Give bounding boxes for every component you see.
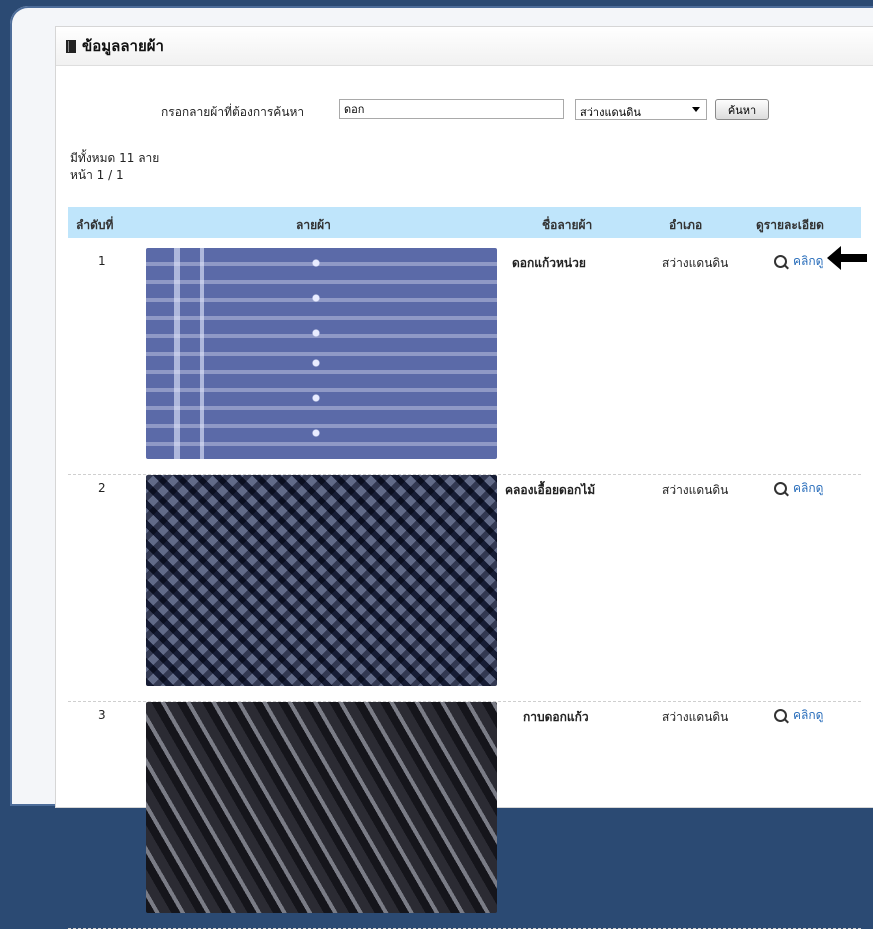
table-row: 1 ดอกแก้วหน่วย สว่างแดนดิน คลิกดู xyxy=(68,248,861,475)
header-district: อำเภอ xyxy=(669,218,703,232)
fabric-pattern-image xyxy=(146,702,497,913)
magnifier-icon xyxy=(774,709,787,722)
view-detail-link[interactable]: คลิกดู xyxy=(793,252,823,271)
fabric-name: ดอกแก้วหน่วย xyxy=(512,256,586,270)
search-form: กรอกลายผ้าที่ต้องการค้นหา สว่างแดนดิน ค้… xyxy=(56,97,873,123)
header-name: ชื่อลายผ้า xyxy=(542,218,593,232)
magnifier-icon xyxy=(774,482,787,495)
book-icon xyxy=(66,39,76,53)
district-name: สว่างแดนดิน xyxy=(662,483,729,497)
view-detail[interactable]: คลิกดู xyxy=(774,706,823,725)
table-row: 3 กาบดอกแก้ว สว่างแดนดิน คลิกดู xyxy=(68,702,861,929)
view-detail-link[interactable]: คลิกดู xyxy=(793,706,823,725)
fabric-data-panel: ข้อมูลลายผ้า กรอกลายผ้าที่ต้องการค้นหา ส… xyxy=(55,26,873,929)
view-detail[interactable]: คลิกดู xyxy=(774,252,823,271)
diamond-motif xyxy=(296,423,336,443)
diamond-motif xyxy=(296,388,336,408)
search-button[interactable]: ค้นหา xyxy=(715,99,769,120)
fabric-pattern-image xyxy=(146,248,497,459)
diamond-motif xyxy=(296,253,336,273)
header-pattern: ลายผ้า xyxy=(296,218,331,232)
fabric-pattern-image xyxy=(146,475,497,686)
result-summary: มีทั้งหมด 11 ลาย หน้า 1 / 1 xyxy=(70,150,159,184)
row-number: 1 xyxy=(98,254,106,268)
table-header: ลำดับที่ ลายผ้า ชื่อลายผ้า อำเภอ ดูรายละ… xyxy=(68,207,861,238)
page-indicator: หน้า 1 / 1 xyxy=(70,168,124,182)
fabric-name: คลองเอื้อยดอกไม้ xyxy=(505,483,596,497)
row-number: 2 xyxy=(98,481,106,495)
diamond-motif xyxy=(296,288,336,308)
district-name: สว่างแดนดิน xyxy=(662,710,729,724)
district-select-value: สว่างแดนดิน xyxy=(580,106,641,119)
magnifier-icon xyxy=(774,255,787,268)
row-number: 3 xyxy=(98,708,106,722)
header-number: ลำดับที่ xyxy=(76,218,114,232)
panel-header: ข้อมูลลายผ้า xyxy=(56,27,873,66)
window-frame: ข้อมูลลายผ้า กรอกลายผ้าที่ต้องการค้นหา ส… xyxy=(10,6,873,929)
diamond-motif xyxy=(296,353,336,373)
panel-title: ข้อมูลลายผ้า xyxy=(82,37,164,55)
total-count: มีทั้งหมด 11 ลาย xyxy=(70,151,160,165)
search-input[interactable] xyxy=(339,99,564,119)
arrow-left-icon xyxy=(827,246,867,270)
chevron-down-icon xyxy=(692,107,700,112)
district-select[interactable]: สว่างแดนดิน xyxy=(575,99,707,120)
table-row: 2 คลองเอื้อยดอกไม้ สว่างแดนดิน คลิกดู xyxy=(68,475,861,702)
district-name: สว่างแดนดิน xyxy=(662,256,729,270)
search-label: กรอกลายผ้าที่ต้องการค้นหา xyxy=(161,105,305,119)
view-detail-link[interactable]: คลิกดู xyxy=(793,479,823,498)
diamond-motif xyxy=(296,323,336,343)
header-detail: ดูรายละเอียด xyxy=(756,218,824,232)
view-detail[interactable]: คลิกดู xyxy=(774,479,823,498)
fabric-name: กาบดอกแก้ว xyxy=(523,710,589,724)
